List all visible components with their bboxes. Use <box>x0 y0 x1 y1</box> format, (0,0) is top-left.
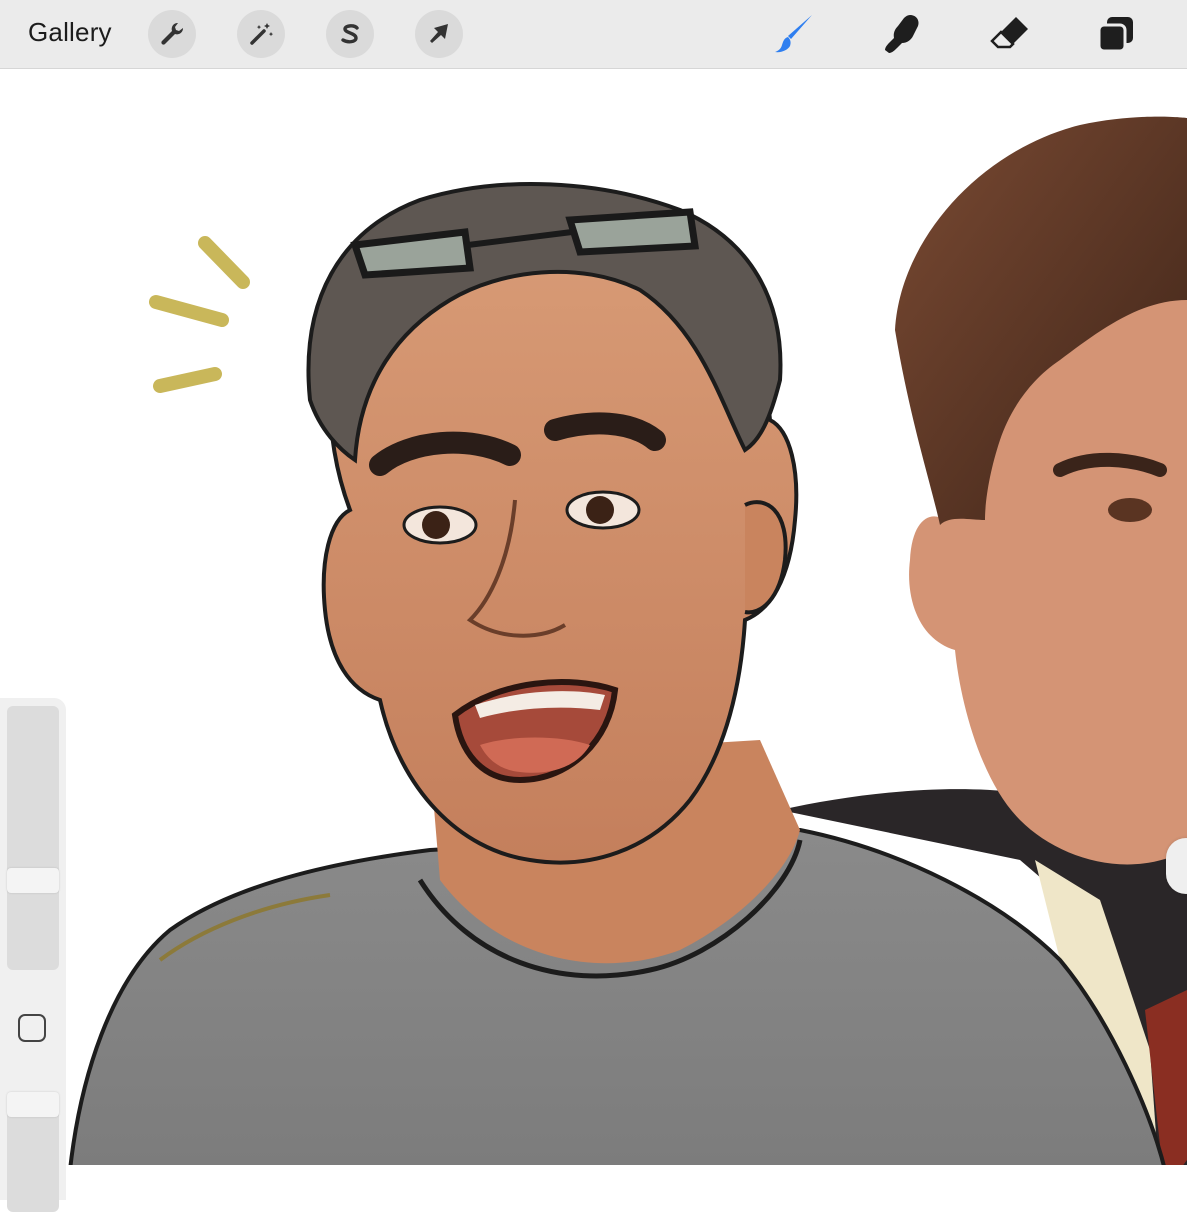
brush-sidebar <box>0 698 66 1212</box>
brush-size-handle[interactable] <box>7 868 59 893</box>
magic-wand-icon <box>250 23 274 45</box>
top-toolbar: Gallery <box>0 0 1187 69</box>
smudge-finger-icon <box>885 15 919 53</box>
eraser-icon <box>990 17 1028 49</box>
opacity-handle[interactable] <box>7 1092 59 1117</box>
gallery-button[interactable]: Gallery <box>28 17 112 48</box>
actions-button[interactable] <box>148 10 196 58</box>
exclamation-marks <box>149 236 250 393</box>
brush-button[interactable] <box>770 10 818 58</box>
brush-size-slider[interactable] <box>7 706 59 970</box>
modify-button[interactable] <box>18 1014 46 1042</box>
layers-button[interactable] <box>1092 10 1140 58</box>
artwork-illustration <box>0 116 1187 1200</box>
layers-icon <box>1097 17 1133 53</box>
color-handle[interactable] <box>1166 838 1187 894</box>
selection-s-icon <box>341 24 359 44</box>
brush-icon <box>775 15 812 53</box>
transform-button[interactable] <box>415 10 463 58</box>
wrench-icon <box>161 22 184 45</box>
adjustments-button[interactable] <box>237 10 285 58</box>
drawing-canvas[interactable] <box>0 69 1187 1200</box>
selection-button[interactable] <box>326 10 374 58</box>
eraser-button[interactable] <box>986 10 1034 58</box>
smudge-button[interactable] <box>878 10 926 58</box>
arrow-cursor-icon <box>430 24 448 43</box>
